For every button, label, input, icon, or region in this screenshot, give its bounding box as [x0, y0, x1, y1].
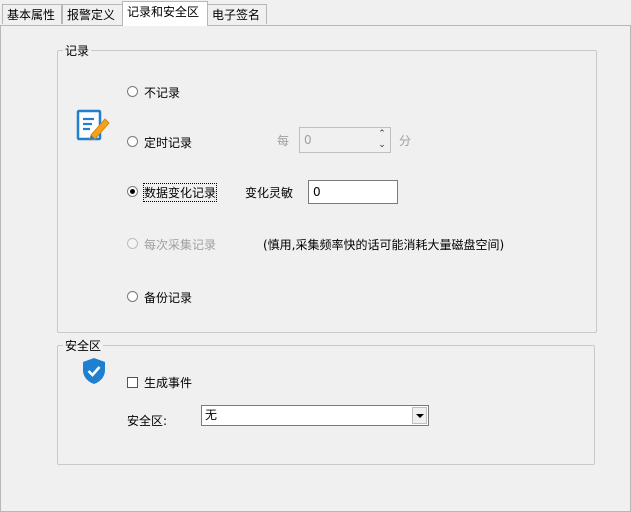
chevron-down-icon[interactable]: [412, 407, 427, 424]
radio-each-sample-record[interactable]: [127, 238, 138, 249]
tab-record-and-security[interactable]: 记录和安全区: [122, 1, 208, 26]
each-sample-warning-note: (慎用,采集频率快的话可能消耗大量磁盘空间): [263, 238, 505, 252]
timed-prefix-label: 每: [277, 134, 290, 148]
tab-panel: 记录 不记录 定时记录 每 0 ⌃ ⌄ 分 数据变化记录 变化灵敏 0 每次采集…: [0, 25, 631, 512]
timed-unit-label: 分: [399, 134, 412, 148]
tab-basic-properties[interactable]: 基本属性: [2, 4, 62, 24]
tab-strip: 基本属性 报警定义 记录和安全区 电子签名: [0, 0, 631, 26]
security-group-title: 安全区: [63, 337, 104, 354]
generate-event-checkbox[interactable]: [127, 377, 138, 388]
tab-alarm-definition[interactable]: 报警定义: [62, 4, 123, 24]
sensitivity-value: 0: [313, 185, 321, 199]
radio-on-change-record-label: 数据变化记录: [142, 183, 218, 202]
radio-on-change-record[interactable]: [127, 186, 138, 197]
tab-label: 基本属性: [7, 8, 56, 22]
shield-check-icon: [83, 358, 105, 384]
security-zone-select[interactable]: 无: [201, 405, 429, 426]
security-zone-value: 无: [205, 408, 218, 422]
spin-down-icon[interactable]: ⌄: [374, 140, 390, 151]
sensitivity-label: 变化灵敏: [245, 186, 294, 200]
tab-label: 报警定义: [67, 8, 116, 22]
radio-no-record-label: 不记录: [144, 86, 181, 100]
radio-timed-record-label: 定时记录: [144, 136, 193, 150]
radio-each-sample-record-label: 每次采集记录: [144, 238, 217, 252]
tab-electronic-signature[interactable]: 电子签名: [207, 4, 267, 24]
security-zone-label: 安全区:: [127, 414, 168, 428]
spin-up-icon[interactable]: ⌃: [374, 129, 390, 140]
sensitivity-input[interactable]: 0: [308, 180, 398, 204]
timed-interval-value: 0: [304, 133, 312, 147]
tab-label: 记录和安全区: [127, 5, 200, 19]
record-group-title: 记录: [63, 42, 92, 59]
timed-interval-input[interactable]: 0 ⌃ ⌄: [299, 127, 391, 153]
radio-backup-record[interactable]: [127, 291, 138, 302]
radio-timed-record[interactable]: [127, 136, 138, 147]
radio-no-record[interactable]: [127, 86, 138, 97]
record-document-icon: [76, 109, 110, 141]
radio-backup-record-label: 备份记录: [144, 291, 193, 305]
tab-label: 电子签名: [212, 8, 261, 22]
generate-event-label: 生成事件: [144, 376, 193, 390]
